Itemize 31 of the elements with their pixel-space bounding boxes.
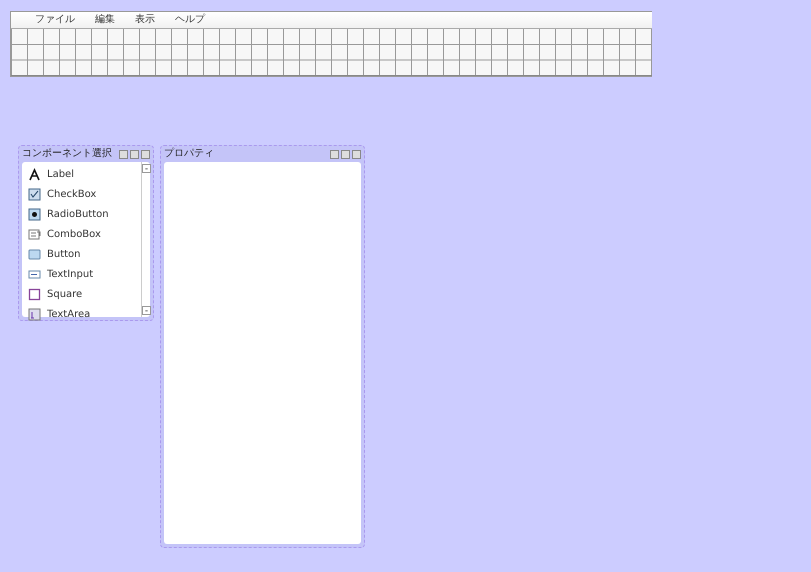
panel-title: コンポーネント選択: [22, 149, 112, 159]
button-icon: [28, 248, 41, 260]
component-item[interactable]: Square: [28, 284, 141, 304]
close-icon[interactable]: [141, 150, 150, 158]
component-item[interactable]: Button: [28, 244, 141, 264]
scroll-down-button[interactable]: [142, 306, 151, 315]
combobox-icon: [28, 228, 41, 240]
component-item[interactable]: TextArea: [28, 304, 141, 324]
component-item[interactable]: TextInput: [28, 264, 141, 284]
minimize-icon[interactable]: [119, 150, 128, 158]
text-input-icon: [28, 268, 41, 280]
text-area-icon: [28, 308, 41, 320]
panel-title: プロパティ: [164, 149, 214, 159]
menu-item[interactable]: 表示: [125, 15, 165, 25]
component-item[interactable]: Label: [28, 164, 141, 184]
menu-item[interactable]: ファイル: [25, 15, 85, 25]
square-icon: [28, 288, 41, 300]
close-icon[interactable]: [352, 150, 361, 158]
radio-icon: [28, 208, 41, 220]
component-item[interactable]: RadioButton: [28, 204, 141, 224]
maximize-icon[interactable]: [130, 150, 139, 158]
component-item[interactable]: ComboBox: [28, 224, 141, 244]
letter-a-icon: [28, 168, 41, 180]
component-item[interactable]: CheckBox: [28, 184, 141, 204]
scroll-up-button[interactable]: [142, 164, 151, 173]
scrollbar[interactable]: [141, 162, 150, 317]
maximize-icon[interactable]: [341, 150, 350, 158]
minimize-icon[interactable]: [330, 150, 339, 158]
menu-item[interactable]: 編集: [85, 15, 125, 25]
menu-item[interactable]: ヘルプ: [165, 15, 215, 25]
checkbox-icon: [28, 188, 41, 200]
